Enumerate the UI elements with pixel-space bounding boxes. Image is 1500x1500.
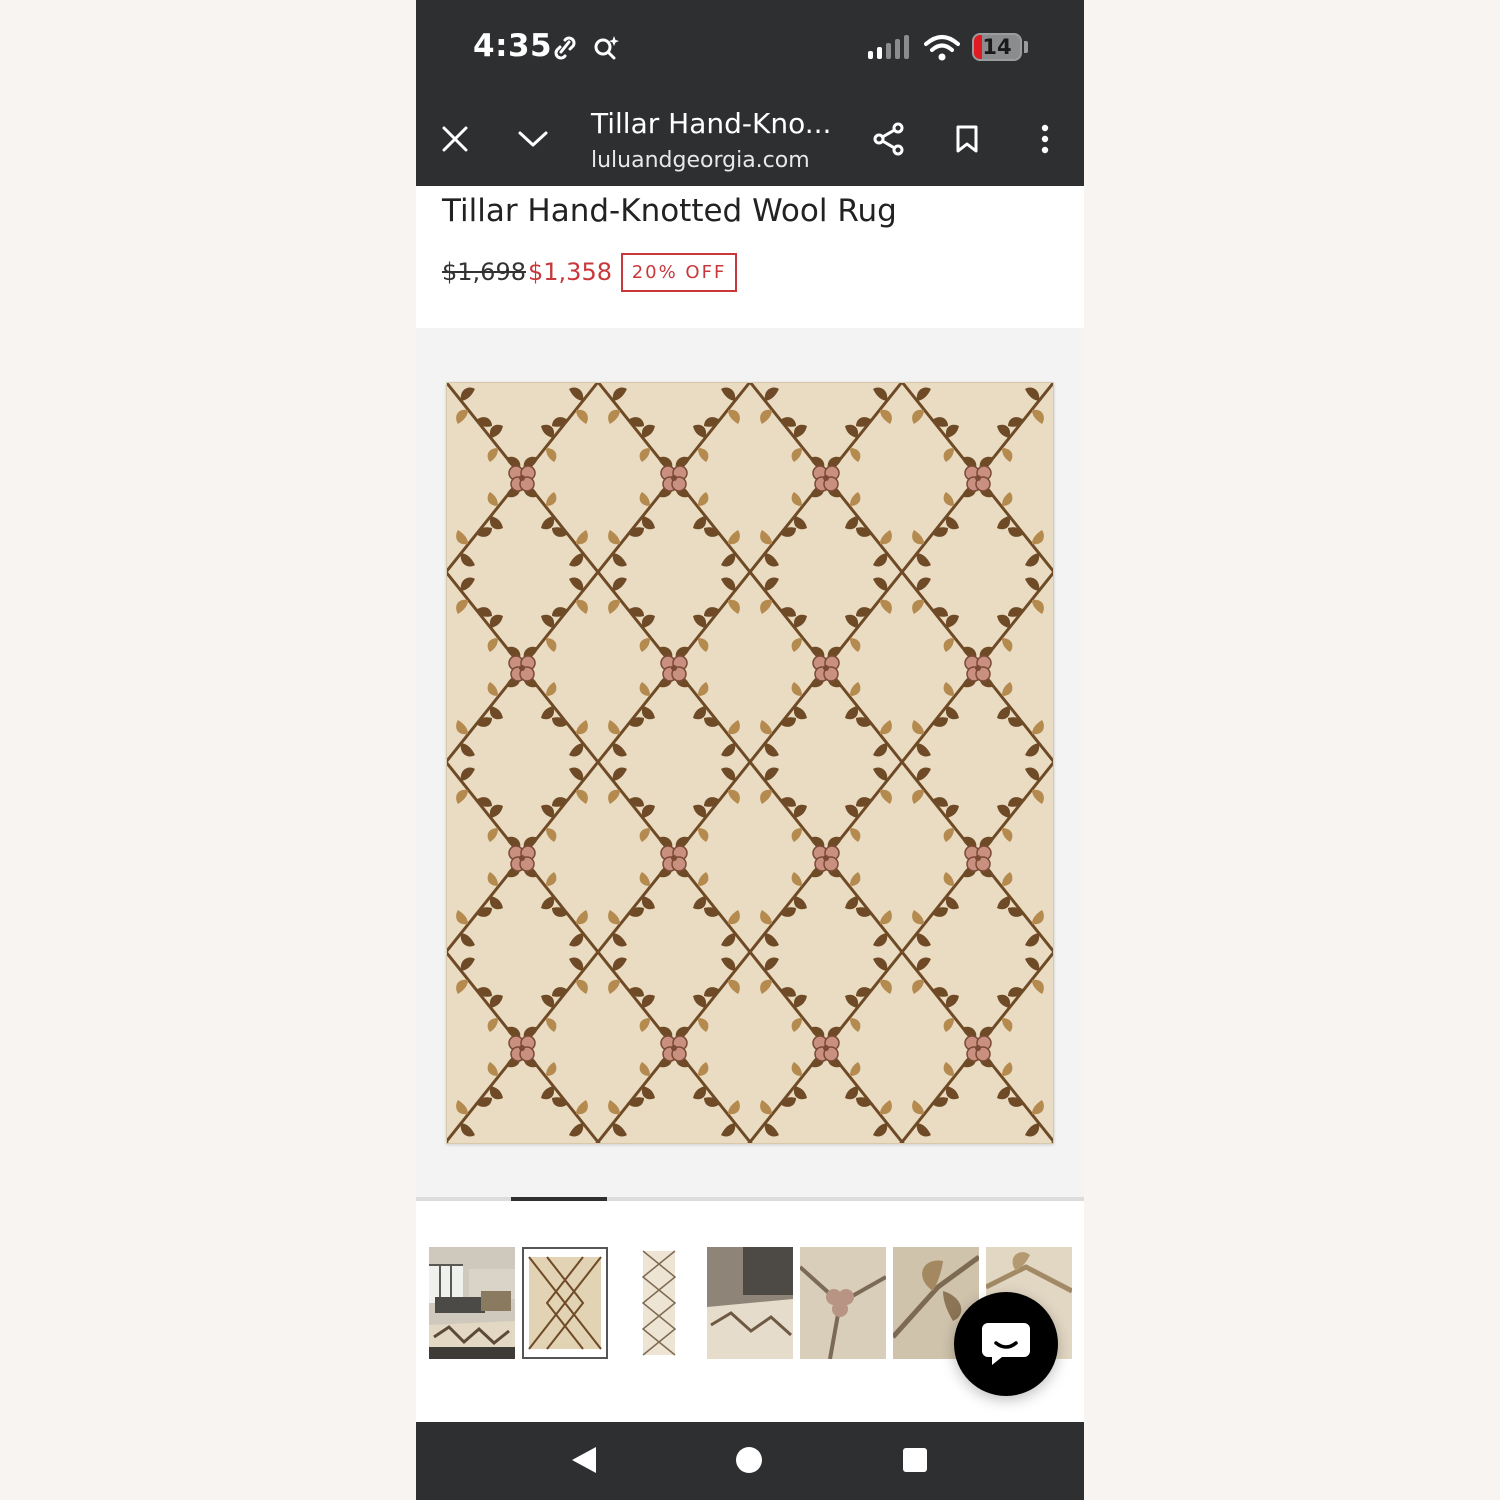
back-button[interactable]: [564, 1440, 604, 1480]
flower-detail-image: [800, 1247, 886, 1359]
battery-tip: [1024, 41, 1028, 53]
battery-level: 14: [982, 35, 1012, 59]
share-icon: [873, 122, 904, 156]
browser-toolbar: Tillar Hand-Kno... luluandgeorgia.com: [416, 95, 1084, 186]
wifi-icon: [924, 35, 960, 61]
close-button[interactable]: [431, 115, 479, 163]
thumbnail-flower-detail[interactable]: [800, 1247, 886, 1359]
bookmark-button[interactable]: [943, 115, 991, 163]
link-icon: [554, 36, 576, 60]
chat-bubble-icon: [982, 1323, 1030, 1365]
rug-image[interactable]: [446, 382, 1054, 1144]
more-button[interactable]: [1021, 115, 1069, 163]
recents-icon: [903, 1448, 927, 1472]
rug-closeup-image: [707, 1247, 793, 1359]
more-vert-icon: [1041, 124, 1049, 154]
gallery-progress: [416, 1197, 1084, 1201]
share-button[interactable]: [865, 115, 913, 163]
rug-runner-image: [615, 1247, 701, 1359]
status-bar: 4:35 14: [416, 0, 1084, 95]
chat-button[interactable]: [954, 1292, 1058, 1396]
original-price: $1,698: [442, 258, 526, 286]
room-scene-image: [429, 1247, 515, 1359]
thumbnail-rug-runner[interactable]: [615, 1247, 701, 1359]
sale-price: $1,358: [528, 258, 612, 286]
product-title: Tillar Hand-Knotted Wool Rug: [442, 193, 897, 229]
discount-badge: 20% OFF: [621, 253, 737, 292]
search-sparkle-icon: [594, 36, 619, 60]
collapse-button[interactable]: [509, 115, 557, 163]
battery-icon: 14: [972, 33, 1022, 61]
home-icon: [736, 1447, 762, 1473]
product-gallery[interactable]: [416, 328, 1084, 1198]
phone-screen: 4:35 14 Tillar Hand-Kno... luluandgeorgi…: [416, 0, 1084, 1500]
gallery-progress-indicator: [511, 1197, 607, 1201]
bookmark-icon: [956, 125, 978, 153]
page-title[interactable]: Tillar Hand-Kno...: [591, 107, 831, 140]
close-icon: [442, 126, 468, 152]
chevron-down-icon: [518, 131, 548, 147]
signal-icon: [868, 35, 909, 59]
page-url[interactable]: luluandgeorgia.com: [591, 148, 810, 173]
thumbnail-rug-closeup[interactable]: [707, 1247, 793, 1359]
back-icon: [572, 1447, 596, 1473]
home-button[interactable]: [729, 1440, 769, 1480]
recents-button[interactable]: [895, 1440, 935, 1480]
thumbnail-rug-flat[interactable]: [522, 1247, 608, 1359]
thumbnail-room-scene[interactable]: [429, 1247, 515, 1359]
system-nav-bar: [416, 1422, 1084, 1500]
rug-flat-image: [524, 1249, 606, 1357]
status-time: 4:35: [473, 28, 553, 64]
